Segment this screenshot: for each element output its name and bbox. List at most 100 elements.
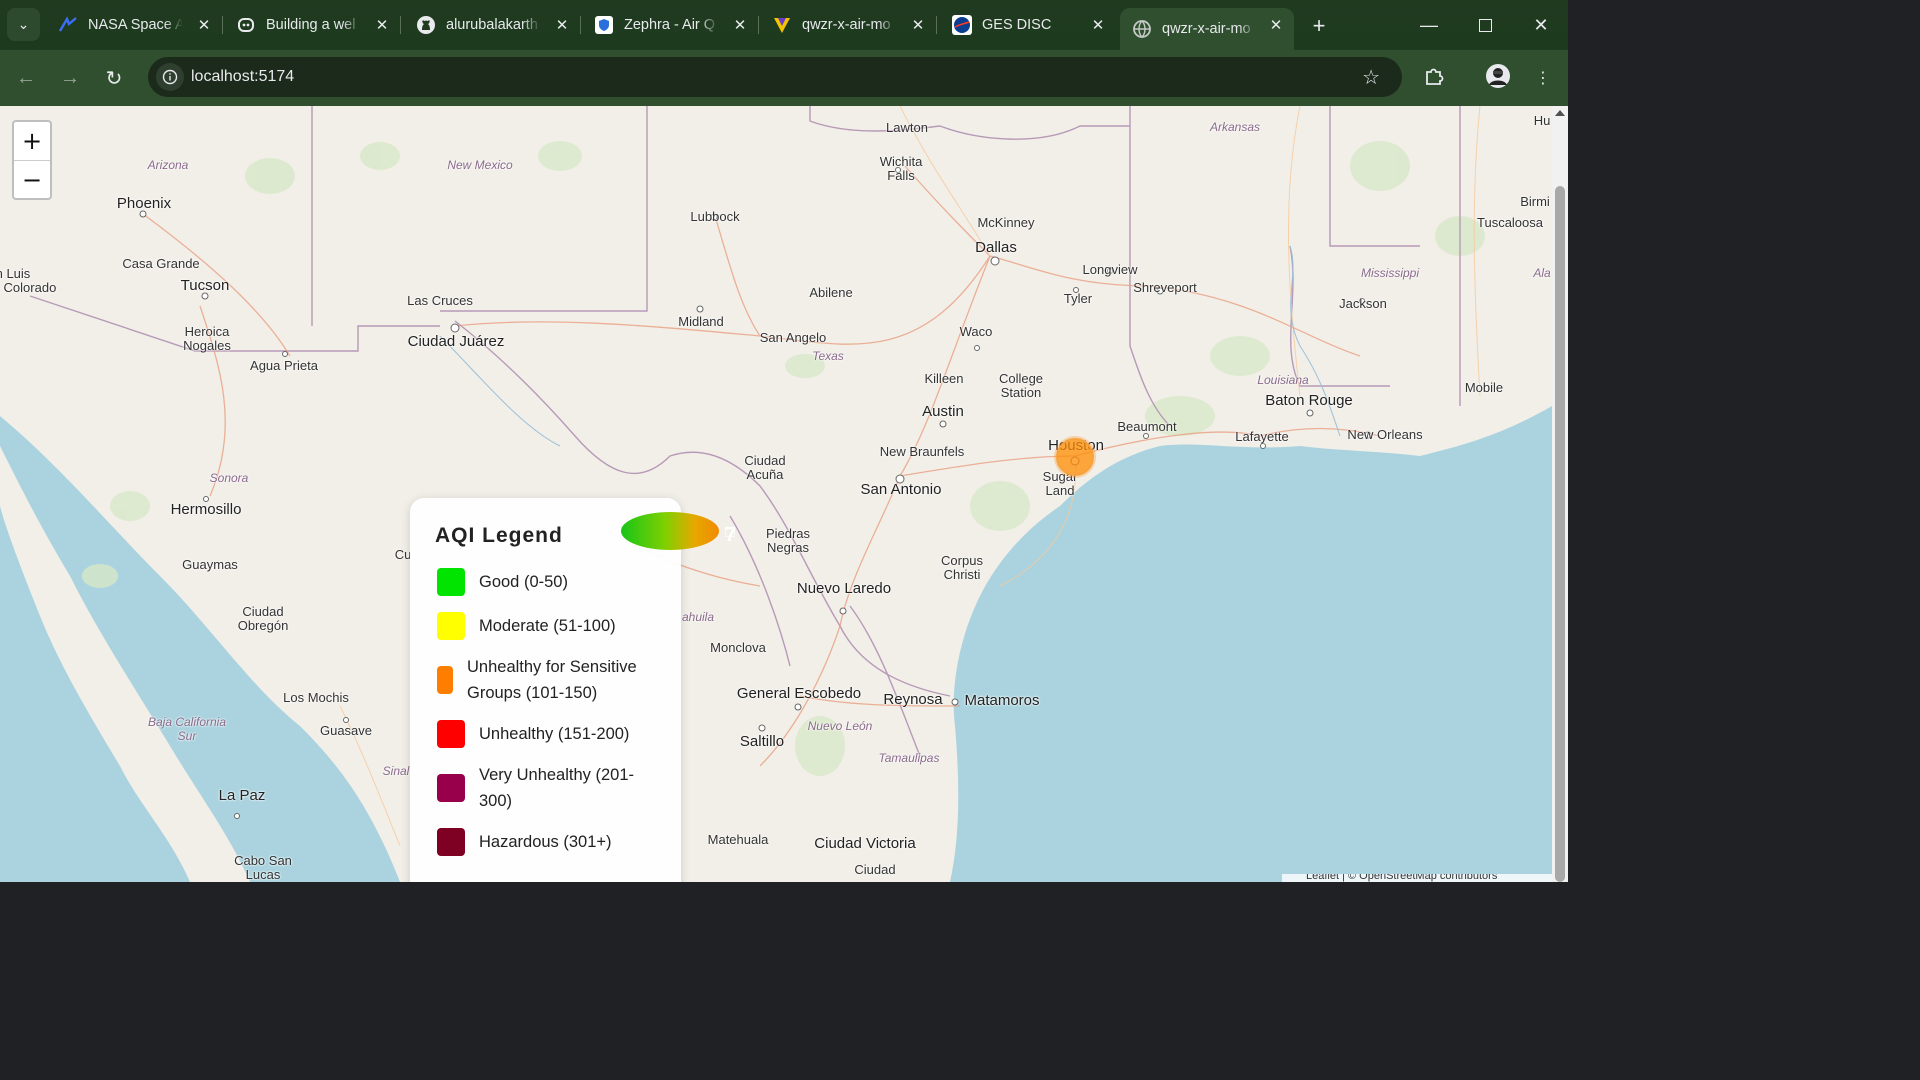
zoom-in-button[interactable]: +: [14, 122, 50, 160]
place-label: Lubbock: [690, 209, 740, 224]
minimize-button[interactable]: —: [1414, 10, 1444, 40]
zoom-out-button[interactable]: −: [14, 160, 50, 198]
scroll-up-arrow-icon[interactable]: [1555, 110, 1565, 116]
forward-button[interactable]: →: [55, 63, 85, 93]
map-attribution[interactable]: Leaflet | © OpenStreetMap contributors: [1282, 874, 1552, 882]
place-label: Dallas: [975, 239, 1017, 256]
place-label: Tucson: [180, 277, 230, 294]
place-label: Nuevo Laredo: [796, 580, 892, 597]
place-label: Mississippi: [1360, 266, 1420, 280]
gauge-value: 7: [725, 524, 737, 546]
tab-3[interactable]: Zephra - Air Q ✕: [582, 8, 759, 42]
place-label: Guaymas: [182, 557, 238, 572]
map-view[interactable]: Lawton Arkansas Wichita Falls Arizona Ne…: [0, 106, 1552, 882]
shield-icon: [594, 15, 614, 35]
tab-4[interactable]: qwzr-x-air-mo ✕: [760, 8, 937, 42]
place-label: Lawton: [886, 120, 928, 135]
reload-button[interactable]: ↻: [99, 63, 129, 93]
place-label: Wichita Falls: [879, 154, 923, 183]
place-label: Phoenix: [116, 195, 172, 212]
url-text[interactable]: localhost:5174: [191, 68, 294, 86]
tab-5[interactable]: GES DISC ✕: [940, 8, 1116, 42]
legend-label: Unhealthy (151-200): [479, 725, 630, 743]
tab-6-active[interactable]: qwzr-x-air-mo ✕: [1120, 8, 1294, 50]
close-window-button[interactable]: ✕: [1526, 10, 1556, 40]
new-tab-button[interactable]: +: [1305, 12, 1333, 40]
tab-title: GES DISC: [982, 17, 1052, 33]
place-label: Ciudad Juárez: [407, 333, 505, 350]
tab-2[interactable]: alurubalakarth ✕: [404, 8, 581, 42]
place-label: Tamaulipas: [878, 751, 940, 765]
place-label: College Station: [998, 371, 1044, 400]
attribution-text[interactable]: Leaflet | © OpenStreetMap contributors: [1306, 874, 1497, 882]
aqi-legend: AQI Legend □ 7 Good (0-50) Moderate (51-1…: [410, 498, 736, 882]
place-label: Ala: [1533, 266, 1551, 280]
tab-1[interactable]: Building a wel ✕: [224, 8, 401, 42]
place-label: New Orleans: [1347, 427, 1423, 442]
aqi-marker-houston[interactable]: [1056, 438, 1094, 476]
place-label: Matamoros: [964, 692, 1040, 709]
legend-item-usg: Unhealthy for Sensitive Groups (101-150): [437, 654, 667, 706]
tab-search-button[interactable]: ⌄: [7, 8, 40, 41]
legend-label: Moderate (51-100): [479, 617, 616, 635]
place-label: Birmi: [1520, 194, 1550, 209]
place-label: Piedras Negras: [765, 526, 811, 555]
legend-item-moderate: Moderate (51-100): [437, 612, 616, 640]
tab-title: NASA Space A: [88, 17, 183, 33]
place-label: Tuscaloosa: [1477, 215, 1543, 230]
place-label: Reynosa: [883, 691, 943, 708]
place-label: Guasave: [319, 723, 373, 738]
place-label: San Luis Río Colorado: [0, 266, 57, 295]
close-icon[interactable]: ✕: [1266, 15, 1286, 35]
legend-item-good: Good (0-50): [437, 568, 568, 596]
close-icon[interactable]: ✕: [1088, 15, 1108, 35]
nasa-apps-icon: [58, 15, 78, 35]
place-label: Beaumont: [1117, 419, 1177, 434]
place-label: Sinal: [382, 764, 410, 778]
tab-title: Building a wel: [266, 17, 356, 33]
tab-0[interactable]: NASA Space A ✕: [46, 8, 223, 42]
legend-swatch: [437, 720, 465, 748]
close-icon[interactable]: ✕: [194, 15, 214, 35]
place-label: Arizona: [147, 158, 189, 172]
close-icon[interactable]: ✕: [552, 15, 572, 35]
legend-swatch: [437, 666, 453, 694]
extensions-button[interactable]: [1419, 63, 1449, 93]
place-label: McKinney: [977, 215, 1035, 230]
tab-title: Zephra - Air Q: [624, 17, 716, 33]
place-label: Shreveport: [1133, 280, 1197, 295]
place-label: Cu: [394, 547, 412, 562]
place-label: Baton Rouge: [1265, 392, 1353, 409]
legend-label: Unhealthy for Sensitive Groups (101-150): [467, 658, 637, 702]
legend-label: Hazardous (301+): [479, 833, 612, 851]
bookmark-star-icon[interactable]: ☆: [1362, 65, 1380, 90]
address-bar[interactable]: localhost:5174 ☆: [148, 57, 1402, 97]
place-label: Ciudad Victoria: [814, 835, 916, 852]
close-icon[interactable]: ✕: [730, 15, 750, 35]
place-label: San Antonio: [860, 481, 942, 498]
back-button[interactable]: ←: [11, 63, 41, 93]
place-label: Hermosillo: [170, 501, 242, 518]
site-info-icon[interactable]: [156, 63, 184, 91]
page-scrollbar[interactable]: [1552, 106, 1568, 882]
scrollbar-thumb[interactable]: [1555, 186, 1565, 882]
place-label: Sonora: [209, 471, 249, 485]
basemap: [0, 106, 1552, 882]
place-label: Heroica Nogales: [183, 324, 231, 353]
puzzle-icon: [1423, 65, 1445, 92]
place-label: Monclova: [710, 640, 766, 655]
legend-swatch: [437, 828, 465, 856]
profile-avatar[interactable]: [1483, 63, 1513, 93]
place-label: Killeen: [924, 371, 964, 386]
close-icon[interactable]: ✕: [372, 15, 392, 35]
place-label: Agua Prieta: [250, 358, 318, 373]
browser-menu-button[interactable]: ⋮: [1528, 63, 1558, 93]
place-label: Casa Grande: [122, 256, 200, 271]
close-icon[interactable]: ✕: [908, 15, 928, 35]
place-label: Texas: [812, 349, 844, 363]
place-label: Saltillo: [739, 733, 785, 750]
legend-title: AQI Legend: [435, 524, 563, 547]
legend-swatch: [437, 612, 465, 640]
maximize-button[interactable]: [1470, 10, 1500, 40]
place-label: General Escobedo: [736, 685, 862, 702]
